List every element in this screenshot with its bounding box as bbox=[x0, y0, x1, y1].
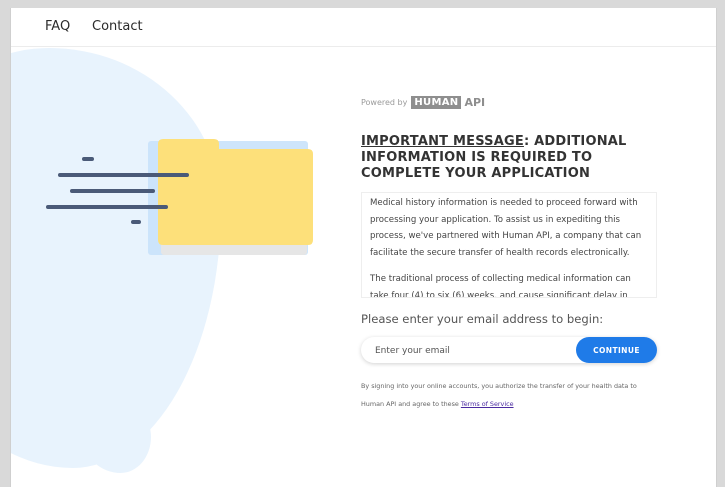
human-api-logo-suffix: API bbox=[464, 95, 486, 109]
email-input[interactable] bbox=[373, 337, 567, 365]
powered-by: Powered by HUMAN API bbox=[361, 94, 485, 110]
title-underlined: IMPORTANT MESSAGE bbox=[361, 134, 524, 149]
nav-link-faq[interactable]: FAQ bbox=[45, 19, 70, 34]
legal-notice: By signing into your online accounts, yo… bbox=[361, 377, 661, 413]
background-blob-small bbox=[85, 401, 151, 473]
terms-of-service-link[interactable]: Terms of Service bbox=[461, 400, 514, 408]
message-paragraph: Medical history information is needed to… bbox=[370, 198, 642, 258]
top-nav: FAQ Contact bbox=[11, 8, 716, 47]
powered-by-text: Powered by bbox=[361, 97, 408, 107]
email-prompt: Please enter your email address to begin… bbox=[361, 312, 604, 326]
page-title: IMPORTANT MESSAGE: ADDITIONAL INFORMATIO… bbox=[361, 134, 661, 182]
human-api-logo-box: HUMAN bbox=[411, 95, 462, 109]
message-scrollbox[interactable]: Medical history information is needed to… bbox=[361, 192, 657, 298]
page-frame: FAQ Contact Powered by HUMAN API IMPORTA… bbox=[10, 8, 717, 487]
message-paragraph: The traditional process of collecting me… bbox=[370, 274, 631, 298]
continue-button[interactable]: CONTINUE bbox=[576, 337, 657, 363]
email-form: CONTINUE bbox=[361, 337, 657, 365]
nav-link-contact[interactable]: Contact bbox=[92, 19, 143, 34]
